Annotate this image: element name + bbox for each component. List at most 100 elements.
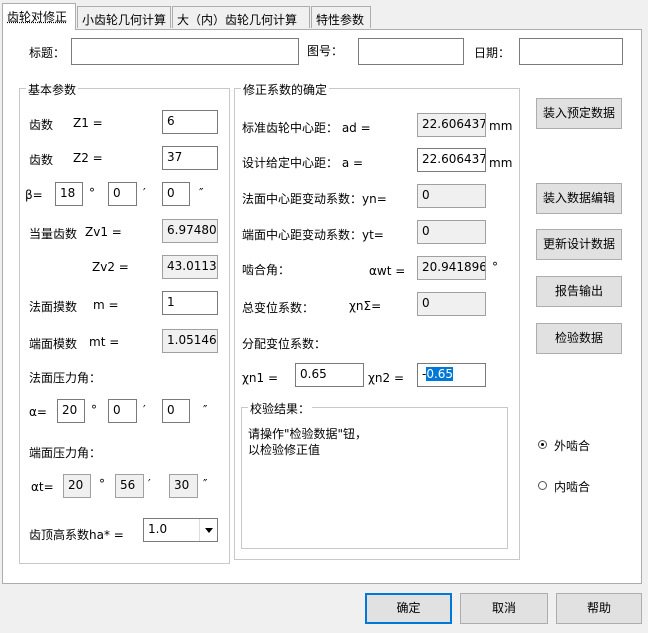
xn2-input[interactable]: -0.65 bbox=[417, 363, 486, 387]
beta-second-input[interactable]: 0 bbox=[162, 182, 190, 206]
zv2-symbol: Zv2 = bbox=[92, 260, 129, 274]
load-preset-button[interactable]: 装入预定数据 bbox=[536, 98, 622, 129]
check-result-line2: 以检验修正值 bbox=[248, 443, 321, 457]
date-label: 日期： bbox=[474, 46, 511, 60]
tab-label: 小齿轮几何计算 bbox=[82, 13, 167, 27]
alpha-degree-input[interactable]: 20 bbox=[57, 399, 85, 423]
tab-pinion-geometry[interactable]: 小齿轮几何计算 bbox=[77, 6, 171, 28]
total-shift-symbol: χnΣ= bbox=[349, 299, 382, 313]
minute-symbol: ′ bbox=[148, 477, 151, 491]
xn1-input[interactable]: 0.65 bbox=[295, 363, 364, 387]
mm-unit: mm bbox=[489, 156, 513, 170]
load-edit-button[interactable]: 装入数据编辑 bbox=[536, 183, 622, 214]
addendum-coefficient-label: 齿顶高系数ha* = bbox=[29, 528, 124, 542]
design-center-distance-label: 设计给定中心距： a = bbox=[242, 156, 364, 170]
normal-module-input[interactable]: 1 bbox=[162, 291, 218, 315]
ok-button[interactable]: 确定 bbox=[365, 593, 452, 624]
external-mesh-radio[interactable] bbox=[538, 440, 547, 449]
alpha-minute-input[interactable]: 0 bbox=[108, 399, 137, 423]
zv2-value: 43.01131 bbox=[162, 255, 218, 279]
alpha-label: α= bbox=[29, 405, 47, 419]
tab-gear-pair-correction[interactable]: 齿轮对修正 bbox=[2, 3, 76, 30]
external-mesh-label[interactable]: 外啮合 bbox=[554, 437, 590, 454]
alphat-degree-value: 20 bbox=[63, 474, 91, 498]
tab-label: 大（内）齿轮几何计算 bbox=[177, 13, 298, 27]
xn2-symbol: χn2 = bbox=[368, 371, 405, 385]
z2-symbol: Z2 = bbox=[73, 151, 103, 165]
addendum-coefficient-select[interactable]: 1.0 bbox=[143, 518, 218, 542]
design-center-distance-input[interactable]: 22.6064378 bbox=[417, 148, 486, 172]
internal-mesh-label[interactable]: 内啮合 bbox=[554, 478, 590, 495]
date-input[interactable] bbox=[519, 38, 623, 65]
standard-center-distance-label: 标准齿轮中心距： ad = bbox=[242, 121, 371, 135]
mm-unit: mm bbox=[489, 119, 513, 133]
group-title: 基本参数 bbox=[26, 81, 79, 98]
cancel-button[interactable]: 取消 bbox=[460, 593, 548, 624]
normal-pressure-angle-heading: 法面压力角： bbox=[29, 371, 102, 385]
selected-value: 1.0 bbox=[148, 522, 168, 536]
group-title: 修正系数的确定 bbox=[241, 81, 330, 98]
transverse-center-shift-label: 端面中心距变动系数：yt= bbox=[242, 228, 384, 242]
help-button[interactable]: 帮助 bbox=[556, 593, 642, 624]
tab-label: 齿轮对修正 bbox=[7, 10, 68, 24]
xn2-selected-text: 0.65 bbox=[426, 367, 454, 381]
normal-module-symbol: m = bbox=[93, 298, 119, 312]
minute-symbol: ′ bbox=[143, 403, 146, 417]
drawing-number-label: 图号： bbox=[307, 44, 344, 58]
tab-label: 特性参数 bbox=[316, 13, 365, 27]
tab-strip: 齿轮对修正 小齿轮几何计算 大（内）齿轮几何计算 特性参数 bbox=[0, 0, 648, 30]
degree-symbol: ° bbox=[89, 186, 95, 200]
xn1-symbol: χn1 = bbox=[242, 371, 279, 385]
z1-symbol: Z1 = bbox=[73, 116, 103, 130]
z2-label: 齿数 bbox=[29, 153, 54, 167]
normal-module-label: 法面摸数 bbox=[29, 300, 78, 314]
degree-symbol: ° bbox=[492, 260, 498, 274]
internal-mesh-radio[interactable] bbox=[538, 481, 547, 490]
alphat-label: αt= bbox=[31, 480, 54, 494]
title-label: 标题： bbox=[29, 46, 66, 60]
second-symbol: ″ bbox=[199, 186, 204, 200]
alphat-minute-value: 56 bbox=[115, 474, 144, 498]
total-shift-label: 总变位系数： bbox=[242, 301, 315, 315]
beta-minute-input[interactable]: 0 bbox=[108, 182, 137, 206]
transverse-pressure-angle-heading: 端面压力角： bbox=[29, 446, 102, 460]
zv1-symbol: Zv1 = bbox=[85, 225, 122, 239]
tab-gear-geometry[interactable]: 大（内）齿轮几何计算 bbox=[172, 6, 310, 28]
z1-input[interactable]: 6 bbox=[162, 110, 218, 134]
transverse-module-value: 1.051462 bbox=[162, 329, 218, 353]
degree-symbol: ° bbox=[91, 403, 97, 417]
alpha-second-input[interactable]: 0 bbox=[162, 399, 190, 423]
transverse-center-shift-value: 0 bbox=[417, 220, 486, 244]
report-output-button[interactable]: 报告输出 bbox=[536, 276, 622, 307]
check-result-line1: 请操作"检验数据"钮， bbox=[248, 427, 368, 441]
transverse-module-symbol: mt = bbox=[89, 335, 120, 349]
distribute-shift-label: 分配变位系数： bbox=[242, 337, 327, 351]
degree-symbol: ° bbox=[99, 477, 105, 491]
group-title: 校验结果： bbox=[248, 400, 313, 417]
z1-label: 齿数 bbox=[29, 118, 54, 132]
working-pressure-angle-label: 啮合角： bbox=[242, 263, 291, 277]
title-input[interactable] bbox=[71, 38, 299, 65]
drawing-number-input[interactable] bbox=[358, 38, 464, 65]
beta-degree-input[interactable]: 18 bbox=[55, 182, 83, 206]
transverse-module-label: 端面模数 bbox=[29, 337, 78, 351]
working-pressure-angle-symbol: αwt = bbox=[369, 264, 406, 278]
working-pressure-angle-value: 20.9418960 bbox=[417, 256, 486, 280]
total-shift-value: 0 bbox=[417, 292, 486, 316]
update-design-button[interactable]: 更新设计数据 bbox=[536, 229, 622, 260]
chevron-down-icon[interactable] bbox=[199, 519, 217, 541]
normal-center-shift-value: 0 bbox=[417, 184, 486, 208]
dialog-footer bbox=[0, 584, 648, 633]
minute-symbol: ′ bbox=[143, 186, 146, 200]
zv1-label: 当量齿数 bbox=[29, 227, 78, 241]
zv1-value: 6.974808 bbox=[162, 219, 218, 243]
verify-data-button[interactable]: 检验数据 bbox=[536, 323, 622, 354]
alphat-second-value: 30 bbox=[169, 474, 198, 498]
beta-label: β= bbox=[25, 188, 43, 202]
z2-input[interactable]: 37 bbox=[162, 146, 218, 170]
normal-center-shift-label: 法面中心距变动系数：yn= bbox=[242, 192, 387, 206]
standard-center-distance-value: 22.6064378 bbox=[417, 113, 486, 137]
second-symbol: ″ bbox=[203, 403, 208, 417]
second-symbol: ″ bbox=[203, 477, 208, 491]
tab-characteristics[interactable]: 特性参数 bbox=[311, 6, 371, 28]
